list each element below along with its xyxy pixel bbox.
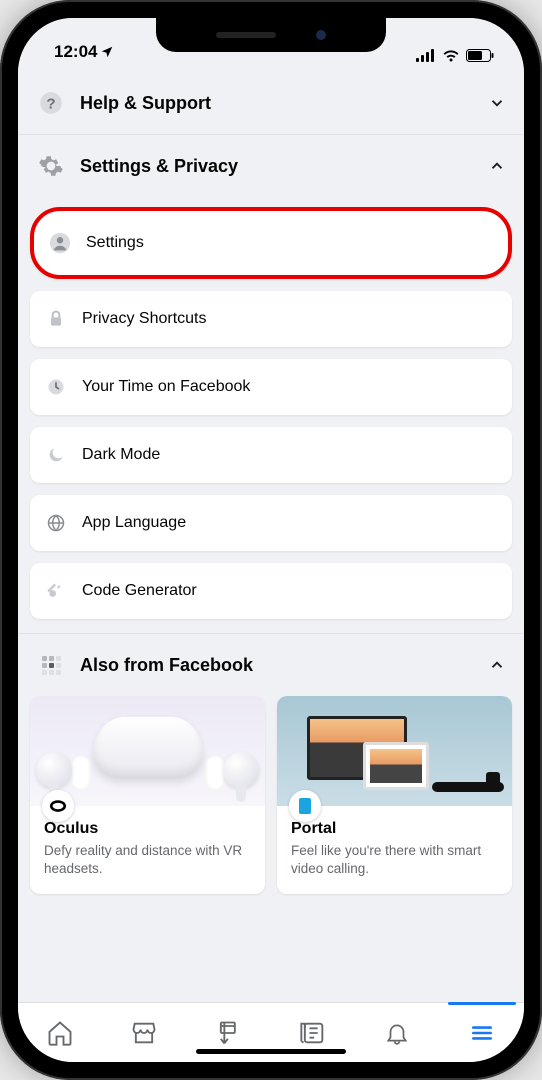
person-icon <box>48 231 72 255</box>
card-title: Oculus <box>44 820 251 838</box>
phone-frame: 12:04 ? <box>0 0 542 1080</box>
also-from-cards: Oculus Defy reality and distance with VR… <box>18 696 524 902</box>
chevron-up-icon <box>488 656 506 674</box>
section-title: Help & Support <box>80 93 488 114</box>
section-settings-privacy[interactable]: Settings & Privacy <box>18 134 524 197</box>
menu-item-privacy-shortcuts[interactable]: Privacy Shortcuts <box>30 291 512 347</box>
battery-icon <box>466 49 494 62</box>
tab-home[interactable] <box>18 1003 102 1062</box>
card-title: Portal <box>291 820 498 838</box>
status-time: 12:04 <box>54 42 97 62</box>
chevron-down-icon <box>488 94 506 112</box>
tab-menu[interactable] <box>440 1003 524 1062</box>
menu-item-label: Privacy Shortcuts <box>82 310 206 328</box>
card-image <box>30 696 265 806</box>
globe-icon <box>44 511 68 535</box>
menu-item-settings[interactable]: Settings <box>30 207 512 279</box>
tab-notifications[interactable] <box>355 1003 439 1062</box>
portal-badge-icon <box>289 790 321 822</box>
lock-icon <box>44 307 68 331</box>
svg-text:?: ? <box>46 95 55 112</box>
menu-content[interactable]: ? Help & Support Settings & Privacy <box>18 66 524 1002</box>
section-help-support[interactable]: ? Help & Support <box>18 66 524 134</box>
help-icon: ? <box>36 88 66 118</box>
home-indicator[interactable] <box>196 1049 346 1054</box>
card-desc: Defy reality and distance with VR headse… <box>44 842 251 878</box>
chevron-up-icon <box>488 157 506 175</box>
clock-icon <box>44 375 68 399</box>
menu-item-label: Dark Mode <box>82 446 160 464</box>
section-title: Settings & Privacy <box>80 156 488 177</box>
oculus-badge-icon <box>42 790 74 822</box>
section-title: Also from Facebook <box>80 655 488 676</box>
location-icon <box>100 45 114 59</box>
menu-item-app-language[interactable]: App Language <box>30 495 512 551</box>
menu-item-label: App Language <box>82 514 186 532</box>
menu-item-code-generator[interactable]: Code Generator <box>30 563 512 619</box>
section-also-from-facebook[interactable]: Also from Facebook <box>18 633 524 696</box>
menu-item-dark-mode[interactable]: Dark Mode <box>30 427 512 483</box>
menu-item-label: Code Generator <box>82 582 197 600</box>
card-image <box>277 696 512 806</box>
key-icon <box>44 579 68 603</box>
tab-marketplace[interactable] <box>102 1003 186 1062</box>
card-oculus[interactable]: Oculus Defy reality and distance with VR… <box>30 696 265 894</box>
menu-item-label: Your Time on Facebook <box>82 378 250 396</box>
notch <box>156 18 386 52</box>
gear-icon <box>36 151 66 181</box>
card-desc: Feel like you're there with smart video … <box>291 842 498 878</box>
cell-signal-icon <box>416 49 436 62</box>
menu-item-label: Settings <box>86 234 144 252</box>
card-portal[interactable]: Portal Feel like you're there with smart… <box>277 696 512 894</box>
moon-icon <box>44 443 68 467</box>
menu-item-your-time[interactable]: Your Time on Facebook <box>30 359 512 415</box>
settings-privacy-submenu: Settings Privacy Shortcuts Your Time on … <box>18 207 524 633</box>
apps-grid-icon <box>36 650 66 680</box>
wifi-icon <box>442 49 460 62</box>
